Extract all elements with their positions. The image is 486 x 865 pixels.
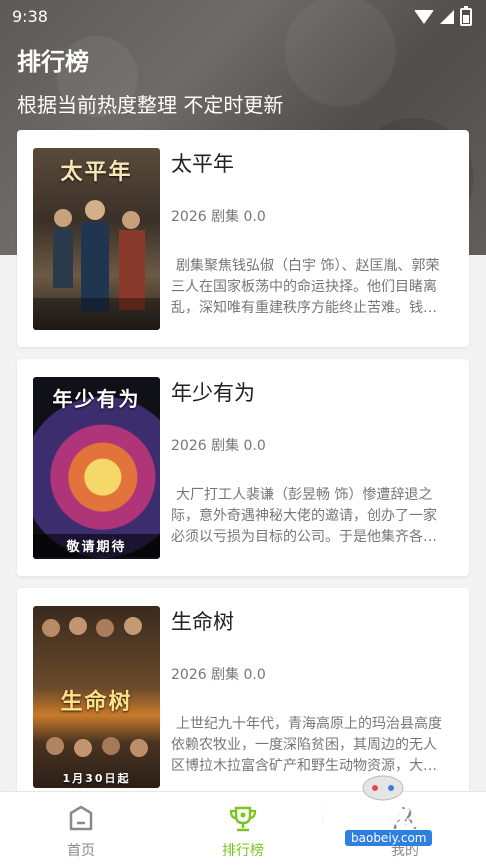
item-meta: 2026 剧集 0.0: [171, 209, 266, 225]
trophy-icon: [229, 806, 257, 832]
status-time: 9:38: [12, 7, 48, 26]
item-title: 太平年: [171, 152, 234, 176]
page-title: 排行榜: [17, 48, 89, 76]
tab-home-label: 首页: [67, 843, 95, 859]
status-bar: 9:38: [0, 0, 486, 34]
item-meta: 2026 剧集 0.0: [171, 438, 266, 454]
item-description: 剧集聚焦钱弘俶（白宇 饰）、赵匡胤、郭荣三人在国家板荡中的命运抉择。他们目睹离乱…: [171, 258, 440, 316]
poster-image: 太平年: [33, 148, 160, 330]
ranking-card[interactable]: 太平年 太平年 2026 剧集 0.0 剧集聚焦钱弘俶（白宇 饰）、赵匡胤、郭荣…: [17, 130, 469, 347]
tab-ranking[interactable]: 排行榜: [162, 792, 324, 865]
signal-icon: [440, 10, 454, 24]
status-icons: [414, 6, 472, 26]
poster-figures: [33, 200, 160, 330]
wifi-icon: [414, 10, 434, 24]
item-title: 生命树: [171, 610, 234, 634]
page-subtitle: 根据当前热度整理 不定时更新: [17, 93, 284, 117]
item-title: 年少有为: [171, 381, 255, 405]
battery-icon: [460, 6, 472, 26]
poster-image: 生命树 1月30日起: [33, 606, 160, 788]
ranking-card[interactable]: 年少有为 敬请期待 年少有为 2026 剧集 0.0 大厂打工人裴谦（彭昱畅 饰…: [17, 359, 469, 576]
tab-home[interactable]: 首页: [0, 792, 162, 865]
item-meta: 2026 剧集 0.0: [171, 667, 266, 683]
poster-title-text: 生命树: [60, 690, 133, 715]
item-description: 上世纪九十年代，青海高原上的玛治县高度依赖农牧业，一度深陷贫困，其周边的无人区博…: [171, 716, 442, 774]
poster-caption: 敬请期待: [33, 534, 160, 557]
poster-caption: 1月30日起: [62, 772, 131, 785]
home-icon: [69, 805, 93, 831]
watermark-url: baobeiy.com: [345, 830, 433, 846]
poster-title-text: 年少有为: [52, 387, 141, 411]
poster-image: 年少有为 敬请期待: [33, 377, 160, 559]
tab-ranking-label: 排行榜: [222, 843, 264, 859]
item-description: 大厂打工人裴谦（彭昱畅 饰）惨遭辞退之际，意外奇遇神秘大佬的邀请，创办了一家必须…: [171, 487, 437, 545]
watermark: 宝贝游戏网 baobeiy.com: [305, 770, 465, 862]
watermark-text: 宝贝游戏网: [311, 802, 436, 831]
